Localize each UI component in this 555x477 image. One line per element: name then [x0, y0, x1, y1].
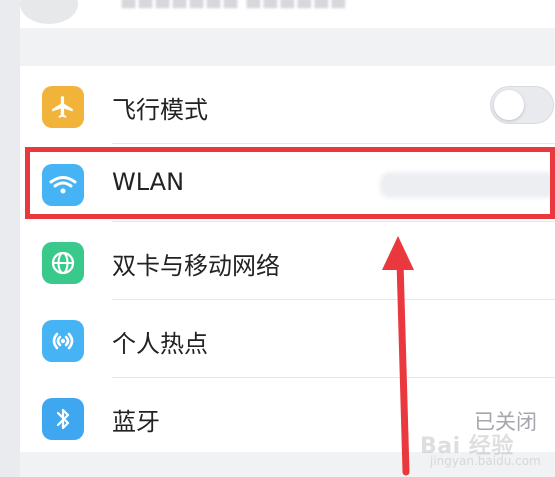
top-card-partial: ■■■■■■■ ■■■■■■: [20, 0, 555, 28]
hotspot-glyph: [52, 332, 74, 350]
toggle-knob: [494, 90, 524, 120]
settings-row-personal-hotspot[interactable]: 个人热点: [20, 300, 555, 378]
globe-glyph: [51, 251, 75, 275]
settings-item-label: 飞行模式: [112, 96, 208, 124]
hotspot-icon: [42, 320, 84, 362]
airplane-icon: [42, 86, 84, 128]
watermark: Bai 经验 jingyan.baidu.com: [420, 428, 550, 468]
airplane-mode-toggle[interactable]: [490, 86, 554, 124]
settings-item-label: 个人热点: [112, 330, 208, 358]
avatar: [20, 0, 78, 24]
left-margin: [0, 0, 20, 477]
settings-item-label: 双卡与移动网络: [112, 252, 280, 280]
globe-icon: [42, 242, 84, 284]
settings-row-dual-sim-mobile-network[interactable]: 双卡与移动网络: [20, 222, 555, 300]
settings-item-label: 蓝牙: [112, 408, 160, 436]
watermark-subtext: jingyan.baidu.com: [430, 454, 541, 468]
account-text-partial: ■■■■■■■ ■■■■■■: [120, 0, 347, 11]
settings-group: 飞行模式 WLAN 双卡与移动网络 个人热点 蓝牙 已关闭: [20, 66, 555, 452]
bluetooth-icon: [42, 398, 84, 440]
wlan-highlight-box: [25, 147, 555, 219]
bluetooth-glyph: [56, 408, 70, 430]
airplane-glyph: [52, 96, 73, 118]
settings-row-airplane-mode[interactable]: 飞行模式: [20, 66, 555, 144]
